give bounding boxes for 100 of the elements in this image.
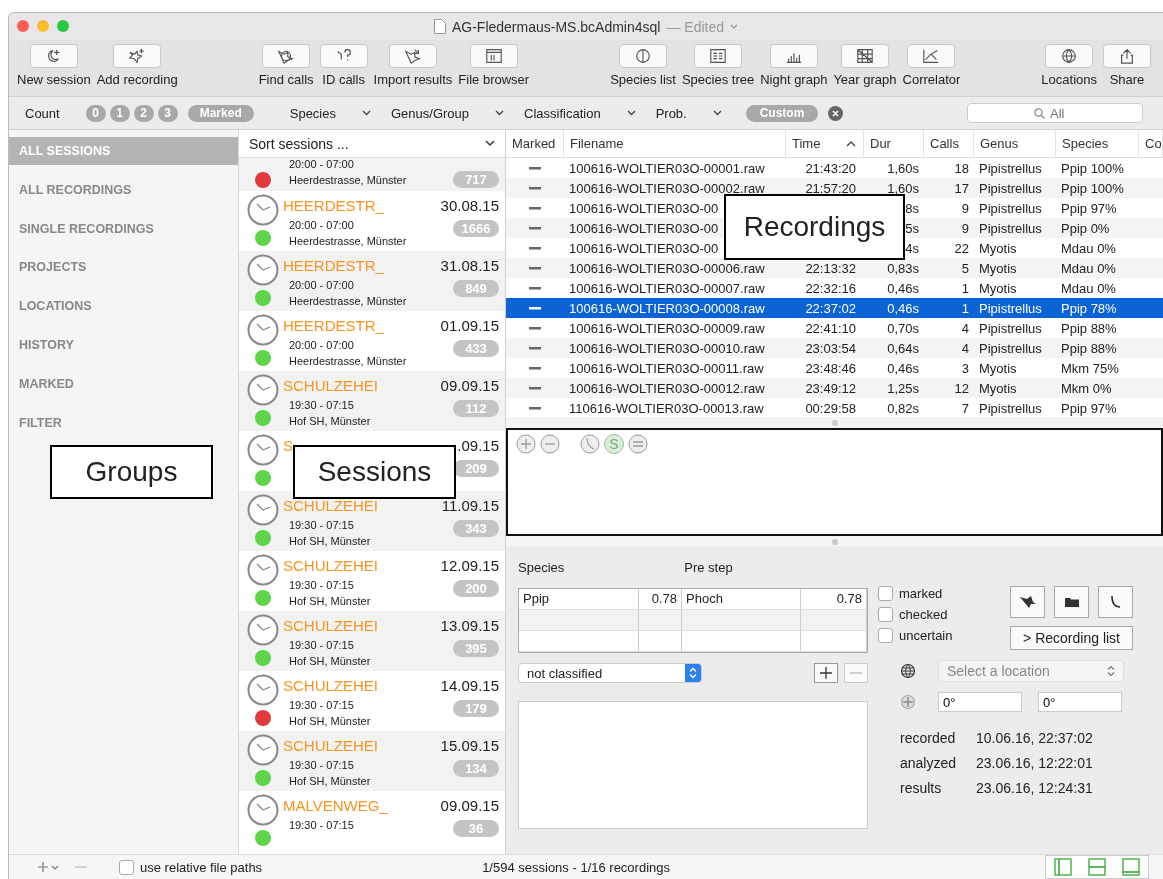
calls-cell-text: 1 bbox=[960, 280, 970, 296]
calls-cell-text: 5 bbox=[960, 260, 970, 276]
recording-count: 343 bbox=[453, 520, 499, 537]
recording-count: 134 bbox=[453, 760, 499, 777]
session-name: HEERDESTR_ bbox=[283, 197, 385, 214]
session-date: 14.09.15 bbox=[440, 677, 499, 694]
session-time: 20:00 - 07:00 bbox=[289, 278, 355, 293]
session-time: 19:30 - 07:15 bbox=[289, 398, 355, 413]
time-cell: 22:41:10 bbox=[805, 320, 856, 336]
calls-cell-text: 12 bbox=[953, 380, 970, 396]
species-cell-text: Mdau 0% bbox=[1060, 240, 1117, 256]
session-location: Hof SH, Münster bbox=[289, 594, 372, 609]
session-date: 31.08.15 bbox=[440, 257, 499, 274]
filename-cell-text: 100616-WOLTIER03O-00002.raw bbox=[568, 180, 766, 196]
time-cell: 22:32:16 bbox=[805, 280, 856, 296]
session-location: Hof SH, Münster bbox=[289, 774, 372, 789]
time-cell: 22:13:32 bbox=[805, 260, 856, 276]
session-time: 20:00 - 07:00 bbox=[289, 218, 355, 233]
status-summary: 1/594 sessions - 1/16 recordings bbox=[482, 859, 670, 875]
session-name: SCHULZEHEI bbox=[283, 377, 380, 394]
recording-count: 433 bbox=[453, 340, 499, 357]
species-cell-text: Ppip 0% bbox=[1060, 220, 1111, 236]
genus-cell-text: Pipistrellus bbox=[978, 160, 1043, 176]
species-header: Species bbox=[518, 560, 565, 577]
session-time: 19:30 - 07:15 bbox=[289, 638, 355, 653]
time-cell: 00:29:58 bbox=[805, 400, 856, 416]
score-cell: 0.78 bbox=[639, 589, 682, 609]
filename-cell-text: 100616-WOLTIER03O-00006.raw bbox=[568, 260, 766, 276]
species-cell-text: Mdau 0% bbox=[1060, 260, 1117, 276]
info-label: analyzed bbox=[900, 755, 958, 771]
genus-cell-text: Pipistrellus bbox=[978, 200, 1043, 216]
species-cell-text: Ppip 100% bbox=[1060, 180, 1125, 196]
time-cell: 23:03:54 bbox=[805, 340, 856, 356]
session-time: 20:00 - 07:00 bbox=[289, 338, 355, 353]
recording-count: 200 bbox=[453, 580, 499, 597]
genus-cell-text: Myotis bbox=[978, 360, 1018, 376]
session-date: 09.09.15 bbox=[440, 377, 499, 394]
session-time: 19:30 - 07:15 bbox=[289, 578, 355, 593]
session-name: SCHULZEHEI bbox=[283, 497, 380, 514]
session-date: .09.15 bbox=[457, 437, 499, 454]
session-time: 20:00 - 07:00 bbox=[289, 158, 355, 172]
duration-cell-text: 1,25s bbox=[886, 380, 920, 396]
duration-cell-text: 0,64s bbox=[886, 340, 920, 356]
species-cell-text: Mkm 75% bbox=[1060, 360, 1120, 376]
session-location: Hof SH, Münster bbox=[289, 714, 372, 729]
session-date: 15.09.15 bbox=[440, 737, 499, 754]
filename-cell-text: 100616-WOLTIER03O-00010.raw bbox=[568, 340, 766, 356]
species-cell-text: Ppip 88% bbox=[1060, 320, 1118, 336]
score-cell: 0.78 bbox=[801, 589, 867, 609]
species-cell-text: Mdau 0% bbox=[1060, 280, 1117, 296]
genus-cell-text: Pipistrellus bbox=[978, 300, 1043, 316]
session-name: SCHULZEHEI bbox=[283, 617, 380, 634]
session-location: Heerdestrasse, Münster bbox=[289, 234, 408, 249]
session-name: SCHULZEHEI bbox=[283, 677, 380, 694]
time-cell: 23:49:12 bbox=[805, 380, 856, 396]
calls-cell-text: 9 bbox=[960, 200, 970, 216]
genus-cell-text: Myotis bbox=[978, 240, 1018, 256]
duration-cell-text: 0,83s bbox=[886, 260, 920, 276]
session-date: 09.09.15 bbox=[440, 797, 499, 814]
recording-count: 717 bbox=[453, 171, 499, 188]
filename-cell-text: 100616-WOLTIER03O-00011.raw bbox=[568, 360, 765, 376]
filename-cell-text: 100616-WOLTIER03O-00 bbox=[568, 200, 720, 216]
count-label: Count bbox=[25, 105, 60, 121]
session-time: 19:30 - 07:15 bbox=[289, 698, 355, 713]
calls-cell-text: 3 bbox=[960, 360, 970, 376]
session-time: 19:30 - 07:15 bbox=[289, 818, 355, 833]
genus-cell-text: Pipistrellus bbox=[978, 340, 1043, 356]
duration-cell-text: 1,60s bbox=[886, 160, 920, 176]
info-value: 10.06.16, 22:37:02 bbox=[976, 730, 1094, 746]
checkbox-label: marked bbox=[899, 586, 943, 601]
annotation-tooltip: Groups bbox=[50, 445, 213, 499]
duration-cell-text: 0,82s bbox=[886, 400, 920, 416]
session-name: MALVENWEG_ bbox=[283, 797, 389, 814]
session-location: Hof SH, Münster bbox=[289, 654, 372, 669]
recording-count: 179 bbox=[453, 700, 499, 717]
session-date: 12.09.15 bbox=[440, 557, 499, 574]
filename-cell-text: 100616-WOLTIER03O-00009.raw bbox=[568, 320, 766, 336]
recording-count: 209 bbox=[453, 460, 499, 477]
filename-cell-text: 100616-WOLTIER03O-00008.raw bbox=[568, 300, 766, 316]
time-cell: 23:48:46 bbox=[805, 360, 856, 376]
session-time: 19:30 - 07:15 bbox=[289, 758, 355, 773]
species-cell-text: Ppip 78% bbox=[1060, 300, 1118, 316]
calls-cell-text: 4 bbox=[960, 320, 970, 336]
species-cell-text: Ppip 97% bbox=[1060, 200, 1118, 216]
info-label: recorded bbox=[900, 730, 957, 746]
duration-cell-text: 1,60s bbox=[886, 180, 920, 196]
calls-cell-text: 4 bbox=[960, 340, 970, 356]
checkbox-label: use relative file paths bbox=[140, 859, 263, 875]
calls-cell-text: 17 bbox=[953, 180, 970, 196]
info-value: 23.06.16, 12:22:01 bbox=[976, 755, 1094, 771]
session-name: HEERDESTR_ bbox=[283, 317, 385, 334]
genus-cell-text: Myotis bbox=[978, 380, 1018, 396]
session-location: Hof SH, Münster bbox=[289, 414, 372, 429]
info-value: 23.06.16, 12:24:31 bbox=[976, 780, 1094, 796]
filename-cell-text: 110616-WOLTIER03O-00013.raw bbox=[568, 400, 765, 416]
filename-cell-text: 100616-WOLTIER03O-00 bbox=[568, 240, 720, 256]
genus-cell-text: Pipistrellus bbox=[978, 400, 1043, 416]
session-location: Heerdestrasse, Münster bbox=[289, 173, 408, 188]
recording-count: 849 bbox=[453, 280, 499, 297]
calls-cell-text: 22 bbox=[953, 240, 970, 256]
